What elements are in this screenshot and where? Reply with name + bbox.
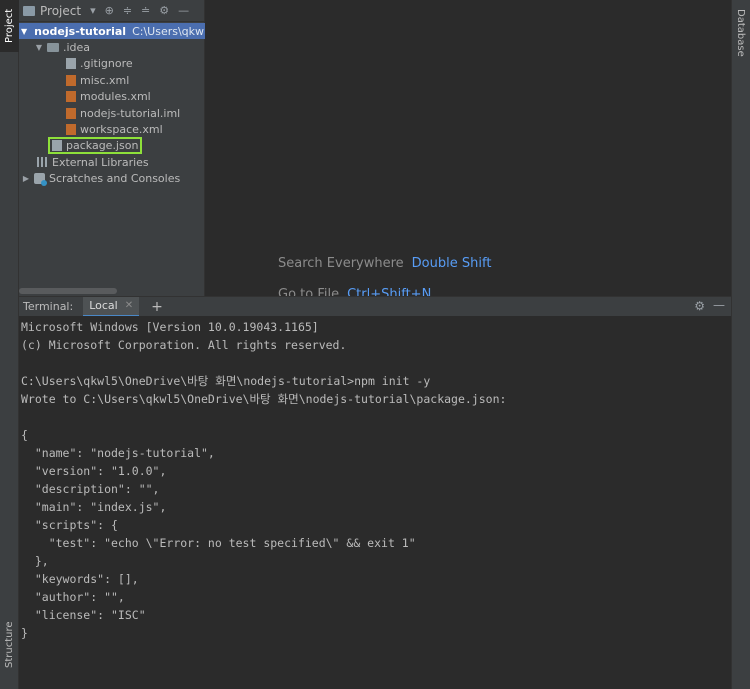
database-tool-tab-label: Database	[735, 9, 746, 57]
terminal-line: "scripts": {	[21, 518, 118, 532]
folder-icon	[47, 43, 59, 53]
xml-file-icon	[66, 91, 76, 103]
terminal-line: "description": "",	[21, 482, 160, 496]
plus-icon[interactable]: +	[151, 299, 163, 315]
close-icon[interactable]: ✕	[125, 300, 133, 311]
gear-icon[interactable]: ⚙	[159, 4, 169, 17]
tree-file-package-json[interactable]: package.json	[19, 137, 204, 155]
minimize-icon[interactable]: —	[178, 4, 189, 17]
project-view-selector[interactable]: Project	[40, 4, 81, 18]
tree-file-nodejs-tutorial-iml[interactable]: nodejs-tutorial.iml	[19, 105, 204, 121]
hint-go-to-file: Go to File Ctrl+Shift+N	[278, 287, 431, 296]
terminal-line: Wrote to C:\Users\qkwl5\OneDrive\바탕 화면\n…	[21, 392, 507, 406]
tree-item-label: misc.xml	[80, 73, 130, 87]
terminal-line: C:\Users\qkwl5\OneDrive\바탕 화면\nodejs-tut…	[21, 374, 431, 388]
right-tool-strip: Database	[731, 0, 750, 689]
terminal-label: Terminal:	[23, 300, 74, 313]
chevron-down-icon[interactable]: ▾	[90, 4, 96, 17]
tree-item-label: modules.xml	[80, 90, 151, 104]
xml-file-icon	[66, 74, 76, 86]
project-tool-tab-label: Project	[4, 8, 15, 44]
terminal-line: {	[21, 428, 28, 442]
terminal-tab-label: Local	[89, 299, 118, 312]
terminal-tab-local[interactable]: Local ✕	[83, 296, 140, 317]
expand-all-icon[interactable]: ≑	[123, 4, 132, 17]
tree-item-label: .idea	[63, 41, 91, 55]
hint-search-everywhere: Search Everywhere Double Shift	[278, 256, 491, 271]
project-tree: ▼ nodejs-tutorial C:\Users\qkwl5\OneDriv…	[19, 22, 401, 187]
tree-folder-idea[interactable]: ▼ .idea	[19, 39, 204, 55]
tree-file-gitignore[interactable]: .gitignore	[19, 56, 204, 72]
terminal-line: (c) Microsoft Corporation. All rights re…	[21, 338, 347, 352]
minimize-icon[interactable]: —	[713, 298, 725, 312]
tree-external-libraries[interactable]: External Libraries	[19, 154, 204, 170]
terminal-line: "test": "echo \"Error: no test specified…	[21, 536, 416, 550]
terminal-line: "main": "index.js",	[21, 500, 167, 514]
hint-shortcut: Double Shift	[411, 256, 492, 271]
tree-file-misc-xml[interactable]: misc.xml	[19, 72, 204, 88]
terminal-line: },	[21, 554, 49, 568]
tree-item-label: workspace.xml	[80, 123, 163, 137]
hint-label: Search Everywhere	[278, 256, 404, 271]
terminal-output[interactable]: Microsoft Windows [Version 10.0.19043.11…	[19, 316, 731, 689]
left-tool-strip: Project Structure	[0, 0, 19, 689]
terminal-line: "version": "1.0.0",	[21, 464, 167, 478]
terminal-line: }	[21, 626, 28, 640]
terminal-line: "license": "ISC"	[21, 608, 146, 622]
gear-icon[interactable]: ⚙	[694, 299, 705, 313]
project-tool-tab[interactable]: Project	[0, 0, 19, 52]
tree-file-workspace-xml[interactable]: workspace.xml	[19, 121, 204, 137]
hint-label: Go to File	[278, 287, 340, 296]
chevron-right-icon[interactable]: ▶	[21, 174, 31, 183]
package-json-highlight: package.json	[47, 137, 143, 155]
tree-file-modules-xml[interactable]: modules.xml	[19, 89, 204, 105]
chevron-down-icon[interactable]: ▼	[21, 27, 27, 36]
horizontal-scrollbar[interactable]	[19, 288, 117, 294]
tree-item-label: External Libraries	[52, 155, 149, 169]
library-icon	[37, 157, 48, 168]
ignore-file-icon	[66, 58, 76, 70]
locate-icon[interactable]: ⊕	[105, 4, 114, 17]
xml-file-icon	[66, 124, 76, 136]
chevron-down-icon[interactable]: ▼	[34, 43, 44, 52]
project-panel: Project ▾ ⊕ ≑ ≐ ⚙ — ▼ nodejs-tutorial C:…	[19, 0, 401, 296]
collapse-all-icon[interactable]: ≐	[141, 4, 150, 17]
tree-item-label: Scratches and Consoles	[49, 172, 181, 186]
terminal-header: Terminal: Local ✕ + ⚙ —	[19, 296, 731, 317]
structure-tool-tab-label: Structure	[4, 621, 15, 669]
project-panel-header: Project ▾ ⊕ ≑ ≐ ⚙ —	[19, 0, 204, 22]
json-file-icon	[52, 140, 62, 152]
terminal-line: Microsoft Windows [Version 10.0.19043.11…	[21, 320, 319, 334]
tree-scratches-and-consoles[interactable]: ▶ Scratches and Consoles	[19, 171, 204, 187]
terminal-line: "name": "nodejs-tutorial",	[21, 446, 215, 460]
terminal-line: "keywords": [],	[21, 572, 139, 586]
editor-area: Search Everywhere Double Shift Go to File…	[205, 0, 731, 296]
structure-tool-tab[interactable]: Structure	[0, 619, 19, 671]
tree-item-label: nodejs-tutorial.iml	[80, 106, 181, 120]
hint-shortcut: Ctrl+Shift+N	[347, 287, 432, 296]
scratches-icon	[34, 173, 47, 187]
terminal-line: "author": "",	[21, 590, 125, 604]
iml-file-icon	[66, 107, 76, 119]
tree-item-label: .gitignore	[80, 57, 133, 71]
database-tool-tab[interactable]: Database	[731, 0, 750, 66]
project-icon	[23, 5, 35, 16]
tree-item-label: package.json	[66, 139, 139, 153]
root-folder-name: nodejs-tutorial	[34, 24, 127, 38]
